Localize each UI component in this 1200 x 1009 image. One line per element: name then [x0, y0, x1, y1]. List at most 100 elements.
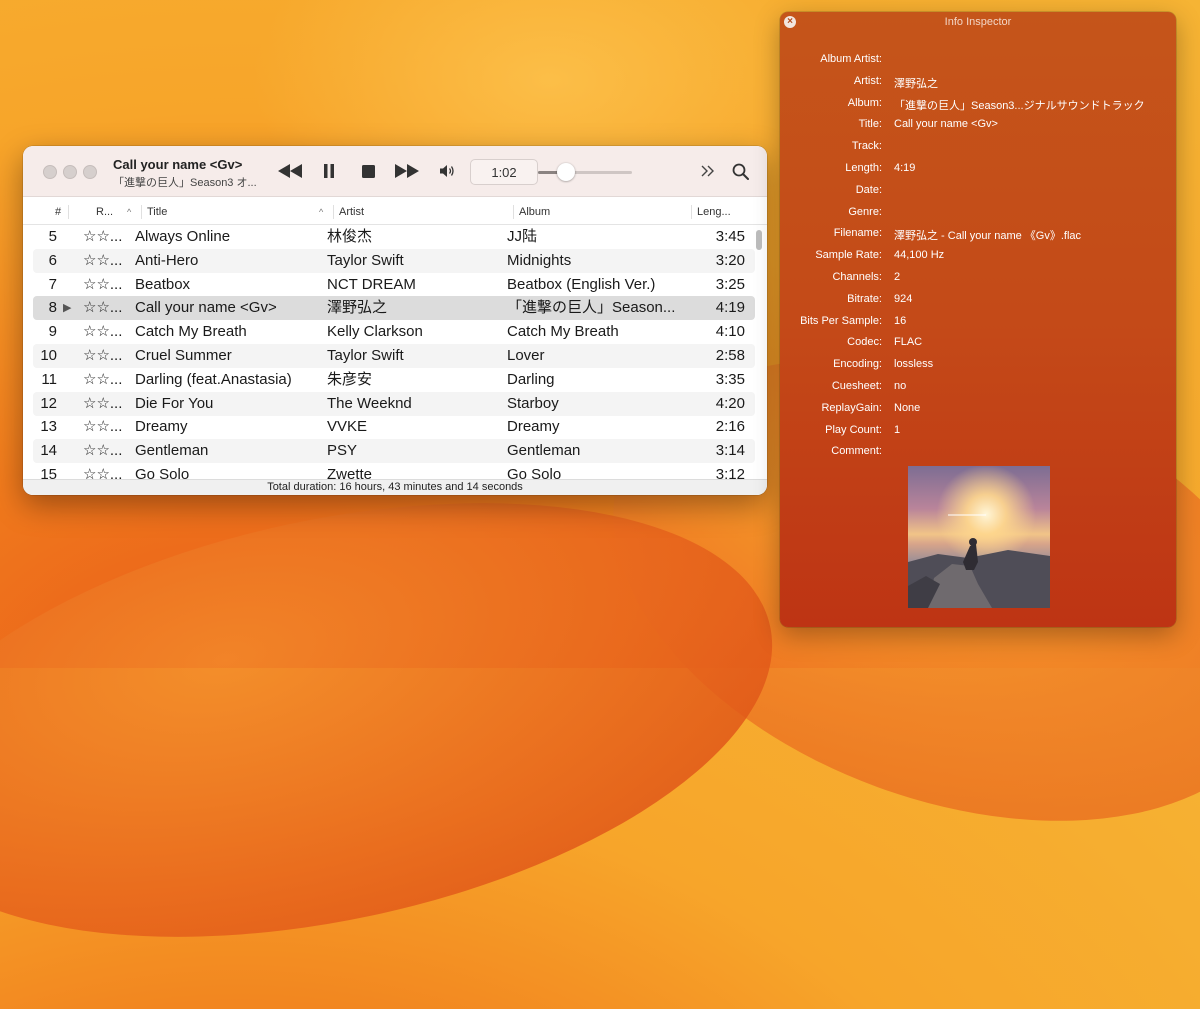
table-row[interactable]: 7 ☆☆... Beatbox NCT DREAM Beatbox (English V… — [33, 273, 755, 297]
field-label: Encoding: — [833, 358, 882, 371]
track-number: 5 — [48, 228, 57, 245]
field-label: Date: — [855, 183, 882, 196]
minimize-window-button[interactable] — [63, 165, 77, 179]
track-length: 4:19 — [715, 299, 745, 317]
field-value[interactable]: 4:19 — [894, 162, 915, 174]
field-label: Bitrate: — [847, 292, 882, 305]
field-value[interactable]: 16 — [894, 315, 906, 327]
volume-slider-knob[interactable] — [557, 163, 576, 181]
field-value[interactable]: lossless — [894, 358, 933, 370]
column-divider — [68, 205, 69, 219]
toolbar: Call your name <Gv> 「進撃の巨人」Season3 オ... … — [23, 146, 767, 197]
field-value[interactable]: 澤野弘之 - Call your name 《Gv》.flac — [894, 227, 1081, 243]
track-album: Midnights — [507, 251, 572, 269]
table-row[interactable]: 12 ☆☆... Die For You The Weeknd Starboy 4:20 — [33, 391, 755, 416]
track-artist: The Weeknd — [327, 394, 412, 412]
track-artist: Kelly Clarkson — [327, 323, 423, 341]
column-header-number[interactable]: # — [55, 200, 61, 224]
previous-button[interactable] — [277, 160, 303, 182]
zoom-window-button[interactable] — [83, 165, 97, 179]
field-value[interactable]: no — [894, 380, 906, 392]
scrollbar-thumb[interactable] — [756, 230, 762, 250]
column-header-artist[interactable]: Artist — [339, 200, 364, 224]
table-row[interactable]: 10 ☆☆... Cruel Summer Taylor Swift Lover 2:58 — [33, 344, 755, 368]
field-label: Genre: — [848, 205, 882, 218]
field-label: Channels: — [832, 271, 882, 283]
track-album: Darling — [507, 370, 555, 388]
stop-button[interactable] — [358, 160, 378, 182]
track-rating: ☆☆... — [83, 442, 123, 460]
inspector-field: Track: — [780, 140, 1176, 158]
field-value[interactable]: 「進撃の巨人」Season3...ジナルサウンドトラック — [894, 97, 1145, 113]
track-album: JJ陆 — [507, 228, 538, 245]
column-header-length[interactable]: Leng... — [697, 200, 731, 224]
close-window-button[interactable] — [43, 165, 57, 179]
table-row[interactable]: 9 ☆☆... Catch My Breath Kelly Clarkson Catch… — [33, 320, 755, 344]
table-row[interactable]: 6 ☆☆... Anti-Hero Taylor Swift Midnights 3:20 — [33, 248, 755, 273]
pause-icon — [324, 164, 334, 178]
field-label: Length: — [845, 162, 882, 174]
track-rating: ☆☆... — [83, 323, 123, 341]
inspector-field: Artist: 澤野弘之 — [780, 75, 1176, 93]
sort-ascending-icon: ^ — [319, 207, 324, 217]
column-divider — [141, 205, 142, 219]
inspector-field: Bits Per Sample: 16 — [780, 315, 1176, 333]
album-artwork-image — [908, 466, 1050, 608]
table-row[interactable]: 11 ☆☆... Darling (feat.Anastasia) 朱彦安 Darlin… — [33, 368, 755, 392]
track-artist: 林俊杰 — [327, 228, 373, 245]
inspector-field: Sample Rate: 44,100 Hz — [780, 249, 1176, 267]
track-number: 11 — [41, 370, 57, 388]
track-length: 3:20 — [715, 251, 745, 269]
track-rating: ☆☆... — [83, 418, 123, 436]
table-row[interactable]: 14 ☆☆... Gentleman PSY Gentleman 3:14 — [33, 439, 755, 464]
track-artist: NCT DREAM — [327, 275, 416, 293]
track-length: 2:16 — [715, 418, 745, 436]
field-value[interactable]: 2 — [894, 271, 900, 283]
table-row[interactable]: 15 ☆☆... Go Solo Zwette Go Solo 3:12 — [33, 463, 755, 479]
track-title: Gentleman — [135, 442, 209, 460]
inspector-title: Info Inspector — [944, 16, 1012, 28]
inspector-field: Album Artist: — [780, 53, 1176, 71]
table-row[interactable]: 8 ▶ ☆☆... Call your name <Gv> 澤野弘之 「進撃の巨人」Sea… — [33, 296, 755, 321]
inspector-field: Play Count: 1 — [780, 424, 1176, 442]
inspector-field: Channels: 2 — [780, 271, 1176, 289]
column-header-album[interactable]: Album — [519, 200, 550, 224]
inspector-field: Length: 4:19 — [780, 162, 1176, 180]
field-label: Album Artist: — [820, 53, 882, 65]
track-artist: Zwette — [327, 466, 373, 479]
column-header-rating[interactable]: R... — [96, 200, 113, 224]
track-rating: ☆☆... — [83, 347, 123, 364]
track-length: 4:20 — [715, 394, 745, 412]
more-button[interactable] — [698, 160, 718, 182]
field-value[interactable]: 1 — [894, 424, 900, 436]
field-value[interactable]: 924 — [894, 293, 912, 305]
field-value[interactable]: None — [894, 402, 920, 414]
search-button[interactable] — [729, 160, 751, 182]
table-row[interactable]: 13 ☆☆... Dreamy VVKE Dreamy 2:16 — [33, 415, 755, 439]
track-length: 4:10 — [715, 323, 745, 341]
field-value[interactable]: FLAC — [894, 336, 922, 348]
track-length: 3:25 — [715, 275, 745, 293]
track-number: 15 — [40, 466, 57, 479]
time-display[interactable]: 1:02 — [470, 159, 538, 185]
inspector-field: Comment: — [780, 445, 1176, 463]
track-number: 6 — [48, 251, 57, 269]
track-title: Cruel Summer — [135, 347, 232, 364]
field-value[interactable]: 澤野弘之 — [894, 75, 938, 91]
inspector-field: Encoding: lossless — [780, 358, 1176, 376]
column-header-title[interactable]: Title — [147, 200, 167, 224]
rewind-icon — [278, 164, 302, 178]
pause-button[interactable] — [319, 160, 339, 182]
volume-slider[interactable] — [538, 163, 632, 181]
track-title: Go Solo — [135, 466, 190, 479]
track-rating: ☆☆... — [83, 228, 123, 245]
track-artist: Taylor Swift — [327, 347, 404, 364]
next-button[interactable] — [394, 160, 420, 182]
track-list: 5 ☆☆... Always Online 林俊杰 JJ陆 3:45 6 ☆☆... Anti-… — [23, 225, 767, 479]
field-value[interactable]: Call your name <Gv> — [894, 118, 998, 130]
field-value[interactable]: 44,100 Hz — [894, 249, 944, 261]
volume-button[interactable] — [437, 160, 457, 182]
table-row[interactable]: 5 ☆☆... Always Online 林俊杰 JJ陆 3:45 — [33, 225, 755, 249]
track-number: 13 — [40, 418, 57, 436]
track-number: 10 — [40, 347, 57, 364]
